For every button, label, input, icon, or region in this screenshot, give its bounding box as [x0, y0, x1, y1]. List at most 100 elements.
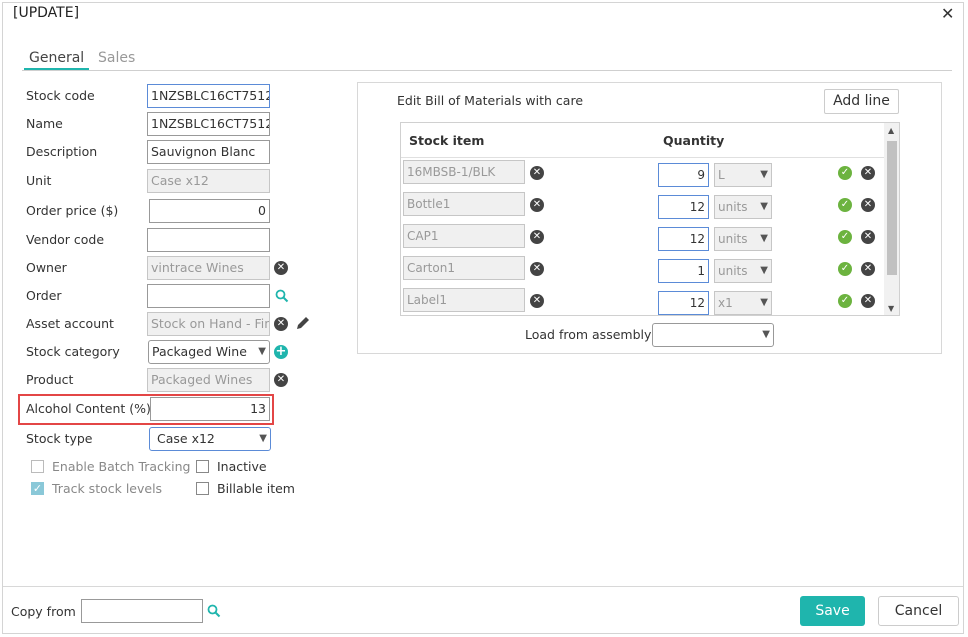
bom-remove-icon[interactable]: ✕	[861, 294, 875, 308]
unit-input: Case x12	[147, 169, 270, 193]
close-icon[interactable]: ✕	[941, 4, 954, 23]
bom-stock-clear-icon[interactable]: ✕	[530, 294, 544, 308]
billable-item-checkbox[interactable]	[196, 482, 209, 495]
bom-remove-icon[interactable]: ✕	[861, 262, 875, 276]
bom-quantity-input[interactable]: 1	[658, 259, 709, 283]
bom-confirm-icon[interactable]: ✓	[838, 262, 852, 276]
chevron-down-icon: ▼	[258, 346, 266, 357]
bom-stock-clear-icon[interactable]: ✕	[530, 166, 544, 180]
bom-unit-value: L	[718, 168, 725, 182]
bom-title: Edit Bill of Materials with care	[397, 93, 584, 108]
chevron-down-icon: ▼	[762, 329, 770, 340]
enable-batch-tracking-label: Enable Batch Tracking	[52, 459, 191, 474]
chevron-down-icon: ▼	[760, 233, 768, 244]
product-label: Product	[26, 372, 74, 387]
order-price-label: Order price ($)	[26, 203, 119, 218]
bom-grid: Stock item Quantity ▲ ▼ 16MBSB-1/BLK ✕ 9…	[400, 122, 900, 316]
alcohol-content-label: Alcohol Content (%)	[26, 401, 151, 416]
product-clear-icon[interactable]: ✕	[274, 373, 288, 387]
track-stock-levels-label: Track stock levels	[52, 481, 163, 496]
order-label: Order	[26, 288, 62, 303]
load-from-assembly-select[interactable]: ▼	[652, 323, 774, 347]
copy-from-search-icon[interactable]	[207, 604, 221, 618]
bom-confirm-icon[interactable]: ✓	[838, 198, 852, 212]
bom-quantity-input[interactable]: 9	[658, 163, 709, 187]
bom-stock-item-input: CAP1	[403, 224, 525, 248]
order-search-icon[interactable]	[275, 289, 289, 303]
alcohol-content-input[interactable]: 13	[150, 397, 270, 421]
enable-batch-tracking-checkbox[interactable]	[31, 460, 44, 473]
dialog-title: [UPDATE]	[13, 5, 80, 21]
chevron-down-icon: ▼	[760, 169, 768, 180]
bom-unit-select[interactable]: L ▼	[714, 163, 772, 187]
tab-general[interactable]: General	[24, 50, 90, 70]
owner-label: Owner	[26, 260, 67, 275]
stock-category-select[interactable]: Packaged Wine ▼	[148, 340, 270, 364]
inactive-checkbox[interactable]	[196, 460, 209, 473]
bom-stock-clear-icon[interactable]: ✕	[530, 230, 544, 244]
bom-unit-select[interactable]: units ▼	[714, 259, 772, 283]
bom-unit-value: units	[718, 264, 748, 278]
asset-account-clear-icon[interactable]: ✕	[274, 317, 288, 331]
bom-stock-item-input: Bottle1	[403, 192, 525, 216]
bom-unit-value: x1	[718, 296, 733, 310]
bom-confirm-icon[interactable]: ✓	[838, 166, 852, 180]
stock-category-label: Stock category	[26, 344, 120, 359]
product-input: Packaged Wines	[147, 368, 270, 392]
bom-stock-clear-icon[interactable]: ✕	[530, 262, 544, 276]
owner-clear-icon[interactable]: ✕	[274, 261, 288, 275]
load-from-assembly-label: Load from assembly	[525, 327, 652, 342]
track-stock-levels-checkbox[interactable]: ✓	[31, 482, 44, 495]
footer-divider	[3, 586, 963, 587]
bom-quantity-input[interactable]: 12	[658, 195, 709, 219]
name-input[interactable]: 1NZSBLC16CT7512	[147, 112, 270, 136]
description-input[interactable]: Sauvignon Blanc	[147, 140, 270, 164]
asset-account-label: Asset account	[26, 316, 114, 331]
description-label: Description	[26, 144, 98, 159]
stock-type-value: Case x12	[157, 431, 215, 446]
bom-scrollbar[interactable]: ▲ ▼	[884, 123, 899, 315]
asset-account-input: Stock on Hand - Fin	[147, 312, 270, 336]
bom-remove-icon[interactable]: ✕	[861, 198, 875, 212]
save-button[interactable]: Save	[800, 596, 865, 626]
stock-category-value: Packaged Wine	[152, 344, 247, 359]
bom-stock-item-input: 16MBSB-1/BLK	[403, 160, 525, 184]
tab-sales[interactable]: Sales	[98, 50, 135, 66]
bom-unit-select[interactable]: x1 ▼	[714, 291, 772, 315]
bom-stock-item-input: Label1	[403, 288, 525, 312]
copy-from-label: Copy from	[11, 604, 76, 619]
stock-code-label: Stock code	[26, 88, 95, 103]
vendor-code-input[interactable]	[147, 228, 270, 252]
chevron-down-icon: ▼	[760, 201, 768, 212]
tab-bar: General Sales	[22, 50, 952, 71]
stock-type-label: Stock type	[26, 431, 93, 446]
add-category-icon[interactable]: +	[274, 345, 288, 359]
cancel-button[interactable]: Cancel	[878, 596, 959, 626]
scrollbar-thumb[interactable]	[887, 141, 897, 275]
bom-remove-icon[interactable]: ✕	[861, 166, 875, 180]
order-price-input[interactable]: 0	[149, 199, 270, 223]
pencil-icon[interactable]	[295, 315, 311, 331]
bom-quantity-input[interactable]: 12	[658, 291, 709, 315]
name-label: Name	[26, 116, 63, 131]
bom-stock-clear-icon[interactable]: ✕	[530, 198, 544, 212]
bom-grid-header: Stock item Quantity	[401, 123, 885, 158]
add-line-button[interactable]: Add line	[824, 89, 899, 114]
chevron-down-icon: ▼	[259, 433, 267, 444]
unit-label: Unit	[26, 173, 52, 188]
stock-type-select[interactable]: Case x12 ▼	[149, 427, 271, 451]
stock-code-input[interactable]: 1NZSBLC16CT7512	[147, 84, 270, 108]
bom-unit-select[interactable]: units ▼	[714, 227, 772, 251]
order-input[interactable]	[147, 284, 270, 308]
chevron-down-icon: ▼	[760, 265, 768, 276]
copy-from-input[interactable]	[81, 599, 203, 623]
bom-confirm-icon[interactable]: ✓	[838, 294, 852, 308]
bom-unit-select[interactable]: units ▼	[714, 195, 772, 219]
bom-remove-icon[interactable]: ✕	[861, 230, 875, 244]
scroll-up-icon[interactable]: ▲	[888, 126, 894, 135]
bom-quantity-input[interactable]: 12	[658, 227, 709, 251]
bom-unit-value: units	[718, 232, 748, 246]
bom-confirm-icon[interactable]: ✓	[838, 230, 852, 244]
stock-item-header: Stock item	[409, 133, 485, 148]
scroll-down-icon[interactable]: ▼	[888, 304, 894, 313]
